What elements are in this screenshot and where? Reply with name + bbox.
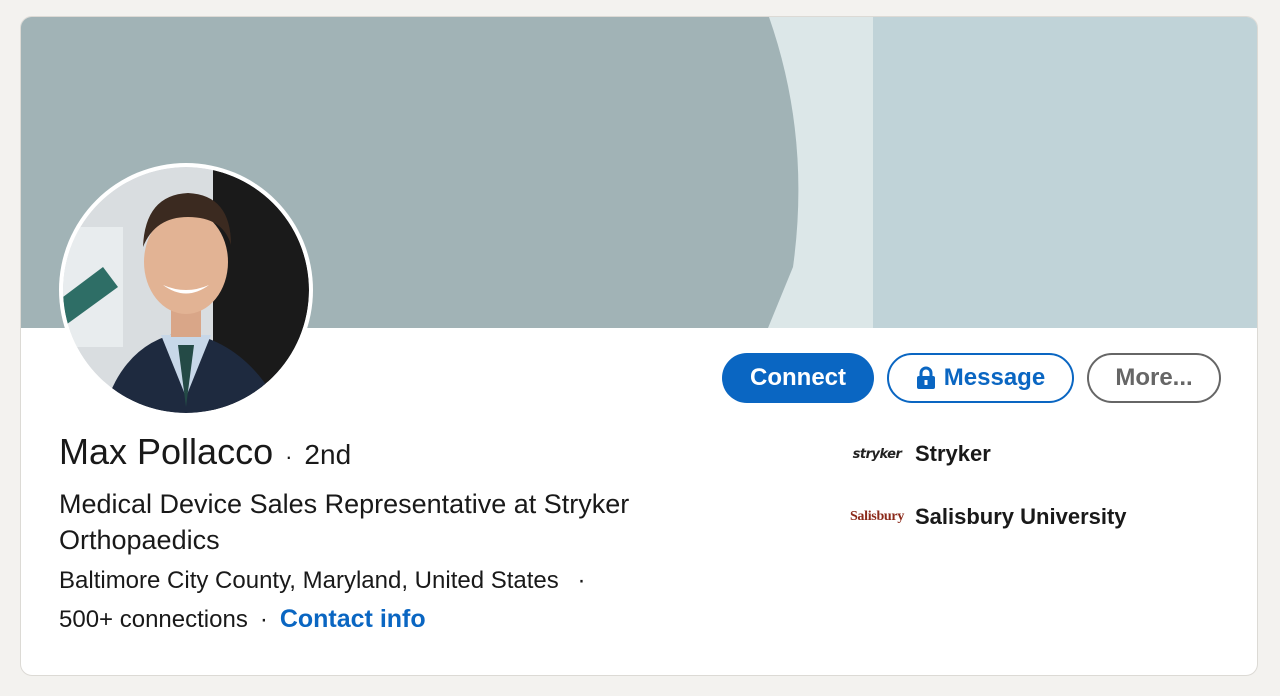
location-row: Baltimore City County, Maryland, United … — [59, 567, 597, 595]
stryker-logo: stryker — [849, 439, 905, 469]
profile-location: Baltimore City County, Maryland, United … — [59, 567, 559, 594]
separator-dot: · — [259, 606, 268, 633]
connect-button-label: Connect — [750, 364, 846, 391]
org-item-stryker[interactable]: stryker Stryker — [849, 439, 991, 469]
org-name: Stryker — [915, 441, 991, 466]
connections-count: 500+ connections — [59, 606, 248, 633]
separator-dot: · — [285, 444, 293, 469]
profile-headline: Medical Device Sales Representative at S… — [59, 489, 630, 555]
profile-card: Connect Message More... Max Pollacco · 2… — [20, 16, 1258, 676]
connections-row: 500+ connections · Contact info — [59, 605, 426, 634]
org-item-salisbury[interactable]: Salisbury Salisbury University — [849, 502, 1127, 532]
connect-button[interactable]: Connect — [722, 353, 874, 403]
stryker-logo-text: stryker — [852, 446, 902, 462]
profile-name: Max Pollacco — [59, 431, 274, 472]
name-row: Max Pollacco · 2nd — [59, 431, 351, 473]
separator-dot: · — [577, 567, 586, 594]
contact-info-link[interactable]: Contact info — [280, 605, 426, 634]
org-name: Salisbury University — [915, 504, 1127, 529]
more-button[interactable]: More... — [1087, 353, 1221, 403]
salisbury-logo-text: Salisbury — [849, 509, 905, 524]
more-button-label: More... — [1115, 364, 1193, 391]
salisbury-logo: Salisbury — [849, 502, 905, 532]
lock-icon — [916, 366, 936, 390]
message-button[interactable]: Message — [887, 353, 1074, 403]
profile-photo[interactable] — [59, 163, 313, 417]
connection-degree: 2nd — [304, 439, 352, 470]
message-button-label: Message — [943, 364, 1046, 391]
